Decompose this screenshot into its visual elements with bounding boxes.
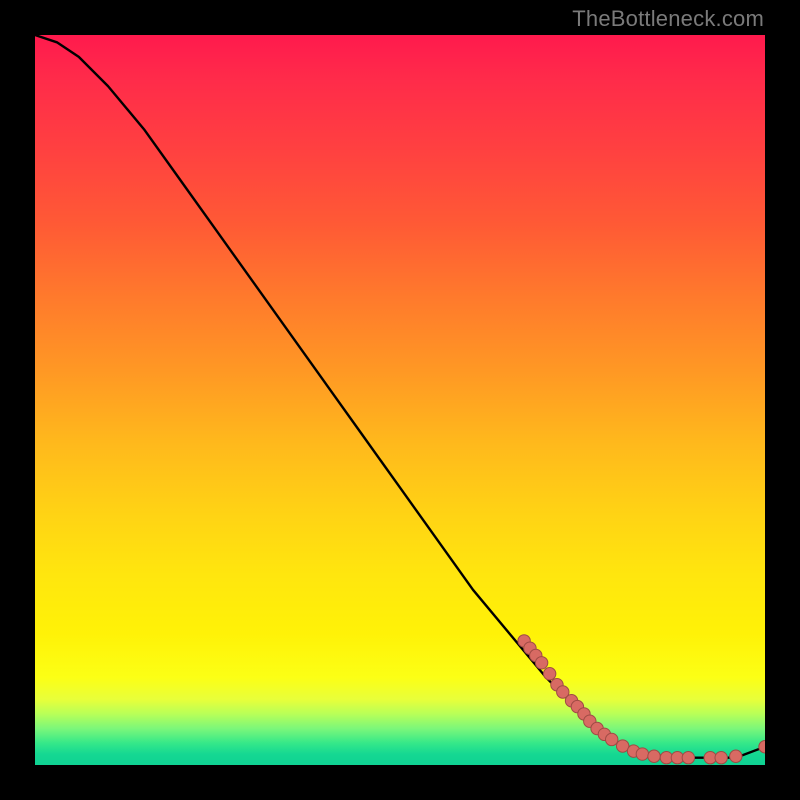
- data-marker: [730, 750, 742, 762]
- data-marker: [606, 733, 618, 745]
- attribution-label: TheBottleneck.com: [572, 6, 764, 32]
- chart-stage: TheBottleneck.com: [0, 0, 800, 800]
- data-markers: [518, 635, 765, 764]
- data-marker: [636, 748, 648, 760]
- chart-overlay-svg: [35, 35, 765, 765]
- data-marker: [715, 752, 727, 764]
- data-marker: [543, 668, 555, 680]
- data-marker: [648, 750, 660, 762]
- bottleneck-curve: [35, 35, 765, 758]
- plot-area: [35, 35, 765, 765]
- data-marker: [682, 752, 694, 764]
- data-marker: [759, 741, 765, 753]
- data-marker: [535, 657, 547, 669]
